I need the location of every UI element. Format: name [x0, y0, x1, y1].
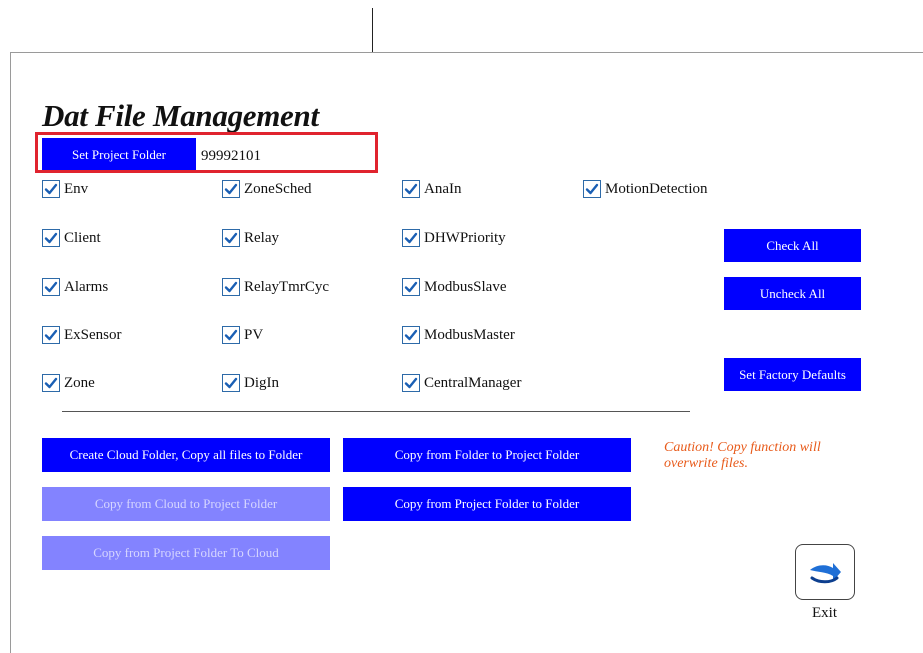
exit-button[interactable] — [795, 544, 855, 600]
checkbox-label: ModbusSlave — [424, 278, 507, 295]
checkbox-exsensor[interactable]: ExSensor — [42, 326, 122, 344]
checkbox-motiondetection[interactable]: MotionDetection — [583, 180, 707, 198]
checkmark-icon — [402, 180, 420, 198]
checkbox-label: Env — [64, 180, 89, 197]
checkbox-modbusmaster[interactable]: ModbusMaster — [402, 326, 515, 344]
checkbox-label: RelayTmrCyc — [244, 278, 329, 295]
checkmark-icon — [222, 180, 240, 198]
checkbox-digin[interactable]: DigIn — [222, 374, 279, 392]
checkbox-label: DHWPriority — [424, 229, 506, 246]
copy-project-to-cloud-button[interactable]: Copy from Project Folder To Cloud — [42, 536, 330, 570]
checkmark-icon — [222, 326, 240, 344]
checkmark-icon — [402, 278, 420, 296]
checkbox-label: DigIn — [244, 374, 279, 391]
checkbox-label: Zone — [64, 374, 95, 391]
page-title: Dat File Management — [42, 98, 319, 133]
checkmark-icon — [42, 278, 60, 296]
checkmark-icon — [402, 326, 420, 344]
checkbox-pv[interactable]: PV — [222, 326, 263, 344]
checkbox-label: Relay — [244, 229, 279, 246]
copy-folder-to-project-button[interactable]: Copy from Folder to Project Folder — [343, 438, 631, 472]
checkbox-relay[interactable]: Relay — [222, 229, 279, 247]
create-cloud-folder-button[interactable]: Create Cloud Folder, Copy all files to F… — [42, 438, 330, 472]
checkmark-icon — [583, 180, 601, 198]
checkmark-icon — [42, 374, 60, 392]
copy-project-to-folder-button[interactable]: Copy from Project Folder to Folder — [343, 487, 631, 521]
checkbox-label: AnaIn — [424, 180, 462, 197]
checkbox-label: PV — [244, 326, 264, 343]
uncheck-all-button[interactable]: Uncheck All — [724, 277, 861, 310]
checkbox-label: Alarms — [64, 278, 109, 295]
checkbox-label: ExSensor — [64, 326, 122, 343]
checkmark-icon — [222, 374, 240, 392]
divider — [62, 411, 690, 412]
checkmark-icon — [402, 374, 420, 392]
highlight-box — [35, 132, 378, 173]
checkmark-icon — [402, 229, 420, 247]
checkbox-label: ZoneSched — [244, 180, 312, 197]
checkbox-modbusslave[interactable]: ModbusSlave — [402, 278, 507, 296]
checkbox-anain[interactable]: AnaIn — [402, 180, 462, 198]
checkbox-label: CentralManager — [424, 374, 522, 391]
checkbox-label: Client — [64, 229, 101, 246]
checkbox-label: MotionDetection — [605, 180, 708, 197]
check-all-button[interactable]: Check All — [724, 229, 861, 262]
checkbox-client[interactable]: Client — [42, 229, 101, 247]
set-factory-defaults-button[interactable]: Set Factory Defaults — [724, 358, 861, 391]
checkbox-zonesched[interactable]: ZoneSched — [222, 180, 311, 198]
checkmark-icon — [222, 229, 240, 247]
checkmark-icon — [42, 326, 60, 344]
caution-text: Caution! Copy function will overwrite fi… — [664, 440, 821, 471]
checkmark-icon — [42, 180, 60, 198]
checkmark-icon — [222, 278, 240, 296]
checkbox-relaytmrcyc[interactable]: RelayTmrCyc — [222, 278, 329, 296]
checkmark-icon — [42, 229, 60, 247]
checkbox-alarms[interactable]: Alarms — [42, 278, 108, 296]
checkbox-env[interactable]: Env — [42, 180, 88, 198]
checkbox-label: ModbusMaster — [424, 326, 515, 343]
exit-arrow-icon — [810, 563, 841, 584]
copy-cloud-to-project-button[interactable]: Copy from Cloud to Project Folder — [42, 487, 330, 521]
checkbox-zone[interactable]: Zone — [42, 374, 95, 392]
checkbox-centralmanager[interactable]: CentralManager — [402, 374, 521, 392]
exit-label: Exit — [812, 605, 837, 621]
checkbox-dhwpriority[interactable]: DHWPriority — [402, 229, 506, 247]
